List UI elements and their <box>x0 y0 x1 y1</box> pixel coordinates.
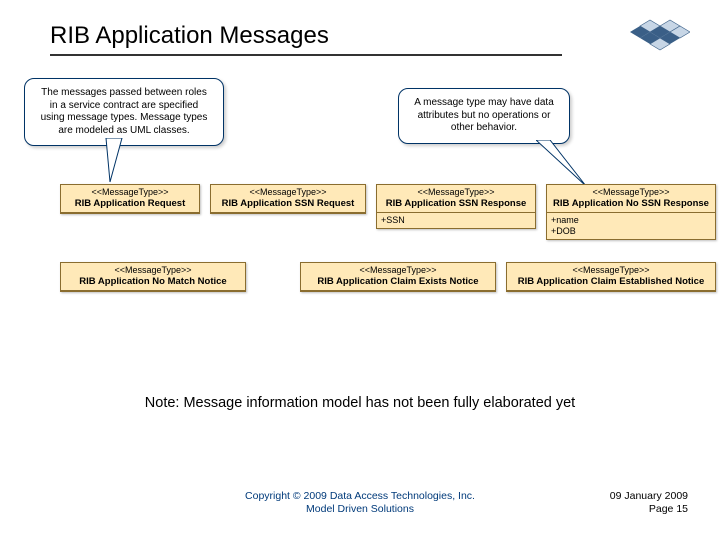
uml-attr: +DOB <box>551 226 711 237</box>
uml-class-box: <<MessageType>> RIB Application Claim Ex… <box>300 262 496 292</box>
page-title: RIB Application Messages <box>50 22 329 50</box>
uml-header: <<MessageType>> RIB Application No SSN R… <box>547 185 715 213</box>
uml-name: RIB Application Claim Exists Notice <box>305 276 491 287</box>
uml-name: RIB Application SSN Response <box>381 198 531 209</box>
note-text: Note: Message information model has not … <box>0 395 720 411</box>
callout-tail-icon <box>100 138 130 188</box>
uml-class-box: <<MessageType>> RIB Application SSN Resp… <box>376 184 536 229</box>
uml-name: RIB Application No SSN Response <box>551 198 711 209</box>
uml-class-box: <<MessageType>> RIB Application No Match… <box>60 262 246 292</box>
uml-header: <<MessageType>> RIB Application No Match… <box>61 263 245 291</box>
uml-class-box: <<MessageType>> RIB Application No SSN R… <box>546 184 716 240</box>
title-light: Messages <box>213 22 329 49</box>
uml-attrs: +SSN <box>377 213 535 228</box>
uml-header: <<MessageType>> RIB Application SSN Resp… <box>377 185 535 213</box>
uml-name: RIB Application Claim Established Notice <box>511 276 711 287</box>
uml-stereotype: <<MessageType>> <box>381 187 531 198</box>
uml-stereotype: <<MessageType>> <box>65 187 195 198</box>
uml-attrs: +name +DOB <box>547 213 715 239</box>
uml-class-box: <<MessageType>> RIB Application SSN Requ… <box>210 184 366 214</box>
callout-text: A message type may have data attributes … <box>414 97 554 133</box>
logo-icon <box>620 18 690 61</box>
title-bold: RIB Application <box>50 22 213 49</box>
callout-message-types: The messages passed between roles in a s… <box>24 78 224 146</box>
callout-attributes: A message type may have data attributes … <box>398 88 570 144</box>
footer-meta: 09 January 2009 Page 15 <box>610 490 688 516</box>
uml-header: <<MessageType>> RIB Application Claim Ex… <box>301 263 495 291</box>
uml-header: <<MessageType>> RIB Application SSN Requ… <box>211 185 365 213</box>
footer-date: 09 January 2009 <box>610 490 688 503</box>
uml-stereotype: <<MessageType>> <box>511 265 711 276</box>
uml-stereotype: <<MessageType>> <box>215 187 361 198</box>
uml-class-box: <<MessageType>> RIB Application Claim Es… <box>506 262 716 292</box>
title-underline <box>50 54 562 56</box>
uml-name: RIB Application Request <box>65 198 195 209</box>
footer-page: Page 15 <box>610 503 688 516</box>
uml-header: <<MessageType>> RIB Application Claim Es… <box>507 263 715 291</box>
uml-attr: +SSN <box>381 215 531 226</box>
uml-stereotype: <<MessageType>> <box>65 265 241 276</box>
uml-name: RIB Application SSN Request <box>215 198 361 209</box>
uml-attr: +name <box>551 215 711 226</box>
callout-text: The messages passed between roles in a s… <box>41 87 208 136</box>
uml-stereotype: <<MessageType>> <box>551 187 711 198</box>
uml-stereotype: <<MessageType>> <box>305 265 491 276</box>
uml-class-box: <<MessageType>> RIB Application Request <box>60 184 200 214</box>
uml-header: <<MessageType>> RIB Application Request <box>61 185 199 213</box>
uml-name: RIB Application No Match Notice <box>65 276 241 287</box>
